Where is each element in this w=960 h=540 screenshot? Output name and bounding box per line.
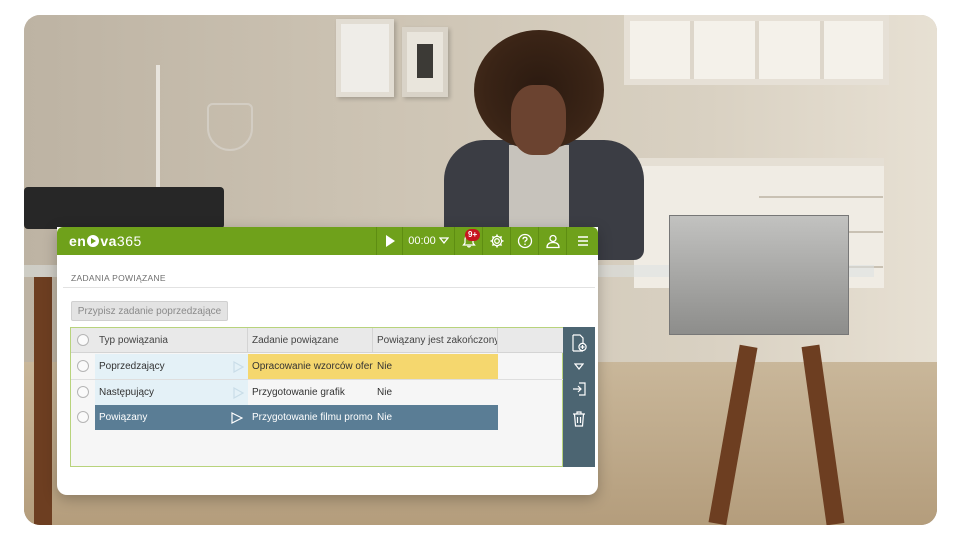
column-header-task[interactable]: Zadanie powiązane	[248, 328, 373, 353]
table-row[interactable]: Następujący Przygotowanie grafik Nie	[71, 380, 563, 405]
column-header-type[interactable]: Typ powiązania	[95, 328, 248, 353]
cell-task[interactable]: Przygotowanie grafik	[248, 380, 373, 405]
expand-arrow-icon[interactable]	[233, 361, 244, 373]
trash-icon	[573, 411, 585, 427]
timer-button[interactable]: 00:00	[402, 227, 454, 255]
cell-task[interactable]: Przygotowanie filmu promocy	[248, 405, 373, 430]
cell-done[interactable]: Nie	[373, 405, 498, 430]
open-task-button[interactable]	[563, 377, 595, 401]
select-all-radio[interactable]	[77, 334, 89, 346]
row-select-radio[interactable]	[77, 360, 89, 372]
chevron-down-icon	[574, 362, 584, 370]
logo-play-mark	[87, 235, 100, 247]
table-row-selected[interactable]: Powiązany Przygotowanie filmu promocy Ni…	[71, 405, 563, 430]
enova-logo: en va365	[69, 233, 142, 249]
metal-tray	[669, 215, 849, 335]
expand-arrow-icon[interactable]	[233, 387, 244, 399]
grid-header: Typ powiązania Zadanie powiązane Powiąza…	[71, 328, 563, 353]
person-face	[511, 85, 566, 155]
related-tasks-panel: ZADANIA POWIĄZANE Przypisz zadanie poprz…	[63, 271, 595, 491]
expand-arrow-icon[interactable]	[231, 412, 243, 424]
help-button[interactable]	[510, 227, 538, 255]
user-icon	[545, 234, 560, 249]
dropdown-button[interactable]	[563, 359, 595, 373]
play-icon	[385, 235, 395, 247]
printer	[24, 187, 224, 229]
top-bar: en va365 00:00 9+	[57, 227, 598, 255]
lamp-shade	[207, 103, 253, 151]
notification-badge: 9+	[465, 229, 481, 241]
cell-task[interactable]: Opracowanie wzorców oferto	[248, 354, 373, 379]
row-select-radio[interactable]	[77, 411, 89, 423]
menu-icon	[577, 236, 588, 246]
row-select-radio[interactable]	[77, 386, 89, 398]
settings-button[interactable]	[482, 227, 510, 255]
menu-button[interactable]	[566, 227, 598, 255]
cell-type[interactable]: Powiązany	[95, 405, 248, 430]
picture-frame	[336, 19, 394, 97]
column-header-done[interactable]: Powiązany jest zakończony?	[373, 328, 498, 353]
divider	[63, 287, 595, 288]
play-button[interactable]	[376, 227, 402, 255]
delete-button[interactable]	[563, 407, 595, 431]
add-document-icon	[572, 334, 587, 352]
help-icon	[517, 233, 532, 249]
picture-frame	[402, 27, 448, 97]
cell-done[interactable]: Nie	[373, 354, 498, 379]
grid-side-toolbar	[563, 327, 595, 467]
section-title: ZADANIA POWIĄZANE	[71, 273, 166, 283]
cell-type[interactable]: Poprzedzający	[95, 354, 248, 379]
related-tasks-grid: Typ powiązania Zadanie powiązane Powiąza…	[70, 327, 563, 467]
user-button[interactable]	[538, 227, 566, 255]
assign-previous-task-button[interactable]: Przypisz zadanie poprzedzające	[71, 301, 228, 321]
table-row[interactable]: Poprzedzający Opracowanie wzorców oferto…	[71, 354, 563, 379]
gear-icon	[490, 234, 503, 248]
cell-done[interactable]: Nie	[373, 380, 498, 405]
table-leg	[34, 277, 52, 525]
timer-value: 00:00	[408, 235, 436, 247]
cell-type[interactable]: Następujący	[95, 380, 248, 405]
login-icon	[573, 382, 586, 396]
window	[624, 15, 889, 85]
lamp-stand	[156, 65, 160, 195]
add-related-task-button[interactable]	[563, 331, 595, 355]
chevron-down-icon	[438, 237, 449, 245]
app-window: en va365 00:00 9+ ZADANIA POWIĄZANE Przyp…	[57, 227, 598, 495]
